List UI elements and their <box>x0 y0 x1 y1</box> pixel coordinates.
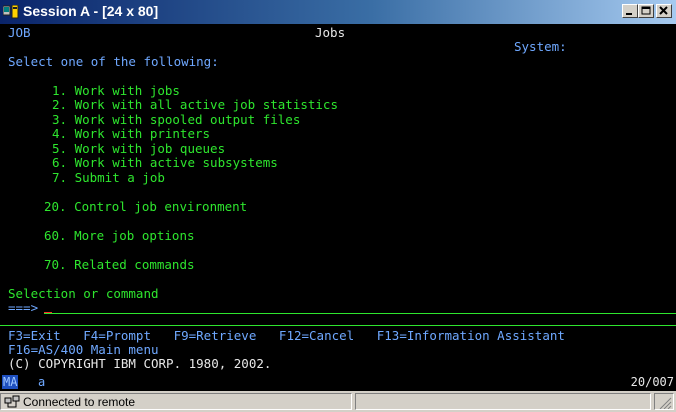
job-id: JOB <box>8 25 31 40</box>
oia-indicator: a <box>38 375 46 389</box>
command-prompt: ===> <box>8 300 39 315</box>
connection-status: Connected to remote <box>23 395 136 409</box>
maximize-icon <box>641 6 651 15</box>
close-button[interactable] <box>656 4 672 18</box>
menu-option-5[interactable]: 5. Work with job queues <box>52 142 225 156</box>
status-pane <box>355 393 651 410</box>
menu-option-7[interactable]: 7. Submit a job <box>52 171 165 185</box>
operator-info-area: MA a 20/007 <box>0 374 676 391</box>
function-keys-line2[interactable]: F16=AS/400 Main menu <box>8 343 159 357</box>
menu-option-6[interactable]: 6. Work with active subsystems <box>52 156 278 170</box>
window-title: Session A - [24 x 80] <box>23 3 159 19</box>
maximize-button[interactable] <box>638 4 654 18</box>
oia-mode-indicator: MA <box>2 375 19 389</box>
instruction-text: Select one of the following: <box>8 54 219 69</box>
copyright-text: (C) COPYRIGHT IBM CORP. 1980, 2002. <box>8 356 272 371</box>
function-key-separator <box>0 325 676 326</box>
connection-status-pane: Connected to remote <box>0 393 352 410</box>
connection-icon <box>4 395 20 408</box>
system-label: System: <box>514 39 567 54</box>
minimize-icon <box>626 13 632 15</box>
function-keys-line1[interactable]: F3=Exit F4=Prompt F9=Retrieve F12=Cancel… <box>8 329 565 343</box>
menu-option-60[interactable]: 60. More job options <box>44 229 195 243</box>
close-icon <box>659 6 668 15</box>
session-icon <box>3 5 19 19</box>
status-bar: Connected to remote <box>0 391 676 412</box>
cursor-position: 20/007 <box>630 375 674 389</box>
menu-option-3[interactable]: 3. Work with spooled output files <box>52 113 300 127</box>
title-bar[interactable]: Session A - [24 x 80] <box>0 0 676 24</box>
menu-option-4[interactable]: 4. Work with printers <box>52 127 210 141</box>
emulator-window: Session A - [24 x 80] JOB Jobs System: S… <box>0 0 676 412</box>
menu-option-1[interactable]: 1. Work with jobs <box>52 84 180 98</box>
menu-option-70[interactable]: 70. Related commands <box>44 258 195 272</box>
resize-grip-icon <box>659 397 672 409</box>
menu-option-20[interactable]: 20. Control job environment <box>44 200 247 214</box>
menu-option-2[interactable]: 2. Work with all active job statistics <box>52 98 338 112</box>
resize-grip-pane[interactable] <box>654 393 674 410</box>
selection-label: Selection or command <box>8 286 159 301</box>
terminal-screen[interactable]: JOB Jobs System: Select one of the follo… <box>0 24 676 374</box>
command-input-field[interactable] <box>44 313 676 314</box>
minimize-button[interactable] <box>622 4 638 18</box>
screen-title: Jobs <box>315 25 346 40</box>
